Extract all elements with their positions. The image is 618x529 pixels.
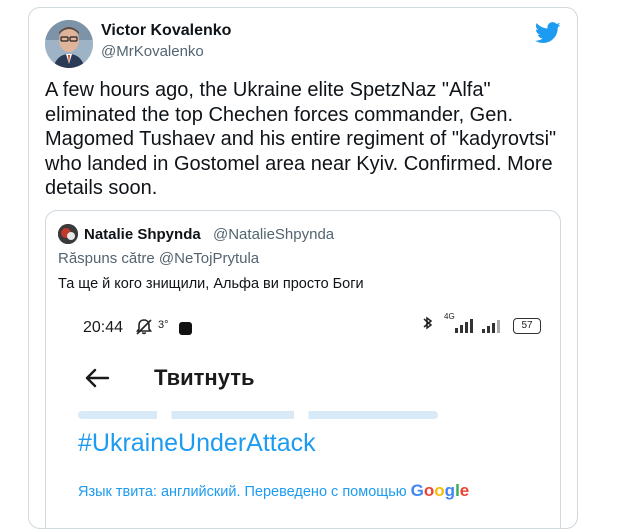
translation-notice: Язык твита: английский. Переведено с пом… — [78, 481, 469, 501]
author-avatar[interactable] — [45, 20, 93, 68]
tweet-card[interactable]: Victor Kovalenko @MrKovalenko A few hour… — [28, 7, 578, 529]
quoted-tweet[interactable]: Natalie Shpynda @NatalieShpynda Răspuns … — [45, 210, 561, 528]
status-extra: 3° — [158, 319, 169, 331]
twitter-bird-icon[interactable] — [535, 22, 561, 44]
muted-bell-icon — [135, 319, 153, 335]
battery-indicator: 57 — [513, 318, 541, 334]
notification-square-icon — [179, 322, 192, 335]
quoted-author-avatar[interactable] — [58, 224, 78, 244]
tweet-text: A few hours ago, the Ukraine elite Spetz… — [45, 79, 557, 199]
attached-screenshot-image[interactable]: 20:44 3° 4G 57 Твитнуть #UkraineUnderAtt… — [58, 301, 548, 528]
reply-context: Răspuns către @NeTojPrytula — [58, 250, 259, 267]
reply-prefix: Răspuns către — [58, 250, 155, 267]
network-label: 4G — [444, 312, 455, 321]
author-handle[interactable]: @MrKovalenko — [101, 43, 204, 60]
quoted-author-handle[interactable]: @NatalieShpynda — [213, 226, 334, 243]
cropped-text-line — [78, 411, 438, 419]
translation-text: Язык твита: английский. Переведено с пом… — [78, 484, 407, 500]
quoted-author-name[interactable]: Natalie Shpynda — [84, 226, 201, 243]
hashtag-text: #UkraineUnderAttack — [78, 429, 316, 457]
quoted-tweet-text: Та ще й кого знищили, Альфа ви просто Бо… — [58, 276, 364, 292]
back-arrow-icon — [85, 368, 110, 388]
author-name[interactable]: Victor Kovalenko — [101, 22, 231, 40]
google-logo: Google — [410, 481, 470, 500]
screen-title: Твитнуть — [154, 365, 255, 390]
status-time: 20:44 — [83, 319, 124, 336]
reply-mention-link[interactable]: @NeTojPrytula — [159, 250, 259, 267]
